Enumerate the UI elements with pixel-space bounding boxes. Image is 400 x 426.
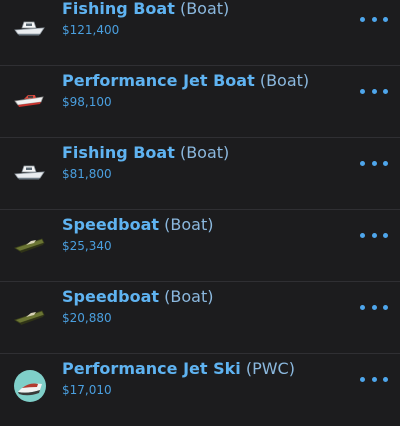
more-options-button[interactable]: [360, 228, 388, 242]
vehicle-type: (Boat): [164, 287, 214, 306]
speedboat-icon: [12, 296, 48, 332]
fishing-boat-icon: [12, 8, 48, 44]
vehicle-price: $25,340: [62, 239, 112, 253]
more-options-button[interactable]: [360, 84, 388, 98]
vehicle-row[interactable]: Performance Jet Boat (Boat) $98,100: [0, 66, 400, 138]
more-options-button[interactable]: [360, 156, 388, 170]
fishing-boat-icon: [12, 152, 48, 188]
vehicle-price: $121,400: [62, 23, 120, 37]
more-options-button[interactable]: [360, 372, 388, 386]
more-options-button[interactable]: [360, 12, 388, 26]
vehicle-name: Performance Jet Ski: [62, 359, 241, 378]
vehicle-price: $98,100: [62, 95, 112, 109]
vehicle-name: Fishing Boat: [62, 0, 175, 18]
vehicle-type: (Boat): [259, 71, 310, 90]
jet-ski-icon: [12, 368, 48, 404]
vehicle-type: (Boat): [179, 143, 230, 162]
speedboat-icon: [12, 224, 48, 260]
vehicle-type: (Boat): [179, 0, 230, 18]
vehicle-name: Performance Jet Boat: [62, 71, 255, 90]
vehicle-row[interactable]: Performance Jet Ski (PWC) $17,010: [0, 354, 400, 426]
vehicle-row[interactable]: Speedboat (Boat) $25,340: [0, 210, 400, 282]
vehicle-price: $20,880: [62, 311, 112, 325]
vehicle-price: $17,010: [62, 383, 112, 397]
vehicle-row[interactable]: Fishing Boat (Boat) $81,800: [0, 138, 400, 210]
vehicle-name: Fishing Boat: [62, 143, 175, 162]
more-options-button[interactable]: [360, 300, 388, 314]
jet-boat-icon: [12, 80, 48, 116]
vehicle-name: Speedboat: [62, 215, 160, 234]
vehicle-row[interactable]: Speedboat (Boat) $20,880: [0, 282, 400, 354]
vehicle-row[interactable]: Fishing Boat (Boat) $121,400: [0, 0, 400, 66]
vehicle-price: $81,800: [62, 167, 112, 181]
vehicle-type: (Boat): [164, 215, 214, 234]
vehicle-type: (PWC): [245, 359, 295, 378]
vehicle-name: Speedboat: [62, 287, 160, 306]
vehicle-list: Fishing Boat (Boat) $121,400 Performance…: [0, 0, 400, 410]
